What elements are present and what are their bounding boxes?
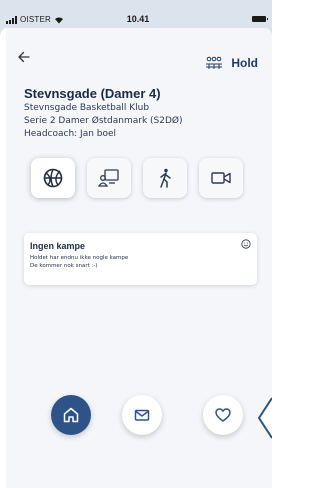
- tile-tactics[interactable]: [87, 158, 131, 198]
- tile-training[interactable]: [143, 158, 187, 198]
- club-name: Stevnsgade Basketball Klub: [24, 103, 150, 113]
- home-icon: [63, 407, 79, 423]
- games-card-subtext: De kommer nok snart :-): [30, 263, 98, 269]
- mail-icon: [134, 409, 150, 421]
- games-card: Ingen kampe Holdet har endnu ikke nogle …: [24, 233, 257, 285]
- team-icon: [206, 56, 223, 69]
- tile-basketball[interactable]: [31, 158, 75, 198]
- team-selector-label: Hold: [231, 56, 258, 70]
- series-name: Serie 2 Damer Østdanmark (S2DØ): [24, 116, 183, 126]
- coach-name: Headcoach: Jan boel: [24, 129, 117, 139]
- nav-messages-button[interactable]: [122, 395, 162, 435]
- battery-icon: [252, 16, 268, 22]
- heart-icon: [215, 408, 231, 422]
- clock: 10.41: [126, 14, 150, 24]
- games-card-message: Holdet har endnu ikke nogle kampe: [30, 255, 129, 261]
- nav-home-button[interactable]: [51, 395, 91, 435]
- back-button[interactable]: [18, 51, 30, 67]
- nav-favorites-button[interactable]: [203, 395, 243, 435]
- team-title: Stevnsgade (Damer 4): [24, 86, 161, 101]
- arrow-left-icon: [18, 51, 30, 63]
- side-drawer-handle-icon[interactable]: [256, 396, 272, 440]
- team-selector-button[interactable]: Hold: [205, 56, 258, 70]
- tile-video[interactable]: [199, 158, 243, 198]
- whiteboard-icon: [98, 169, 119, 187]
- walking-person-icon: [160, 168, 171, 188]
- games-card-title: Ingen kampe: [30, 241, 86, 251]
- basketball-icon: [43, 168, 63, 188]
- smiley-icon: [241, 239, 251, 249]
- video-camera-icon: [211, 172, 231, 184]
